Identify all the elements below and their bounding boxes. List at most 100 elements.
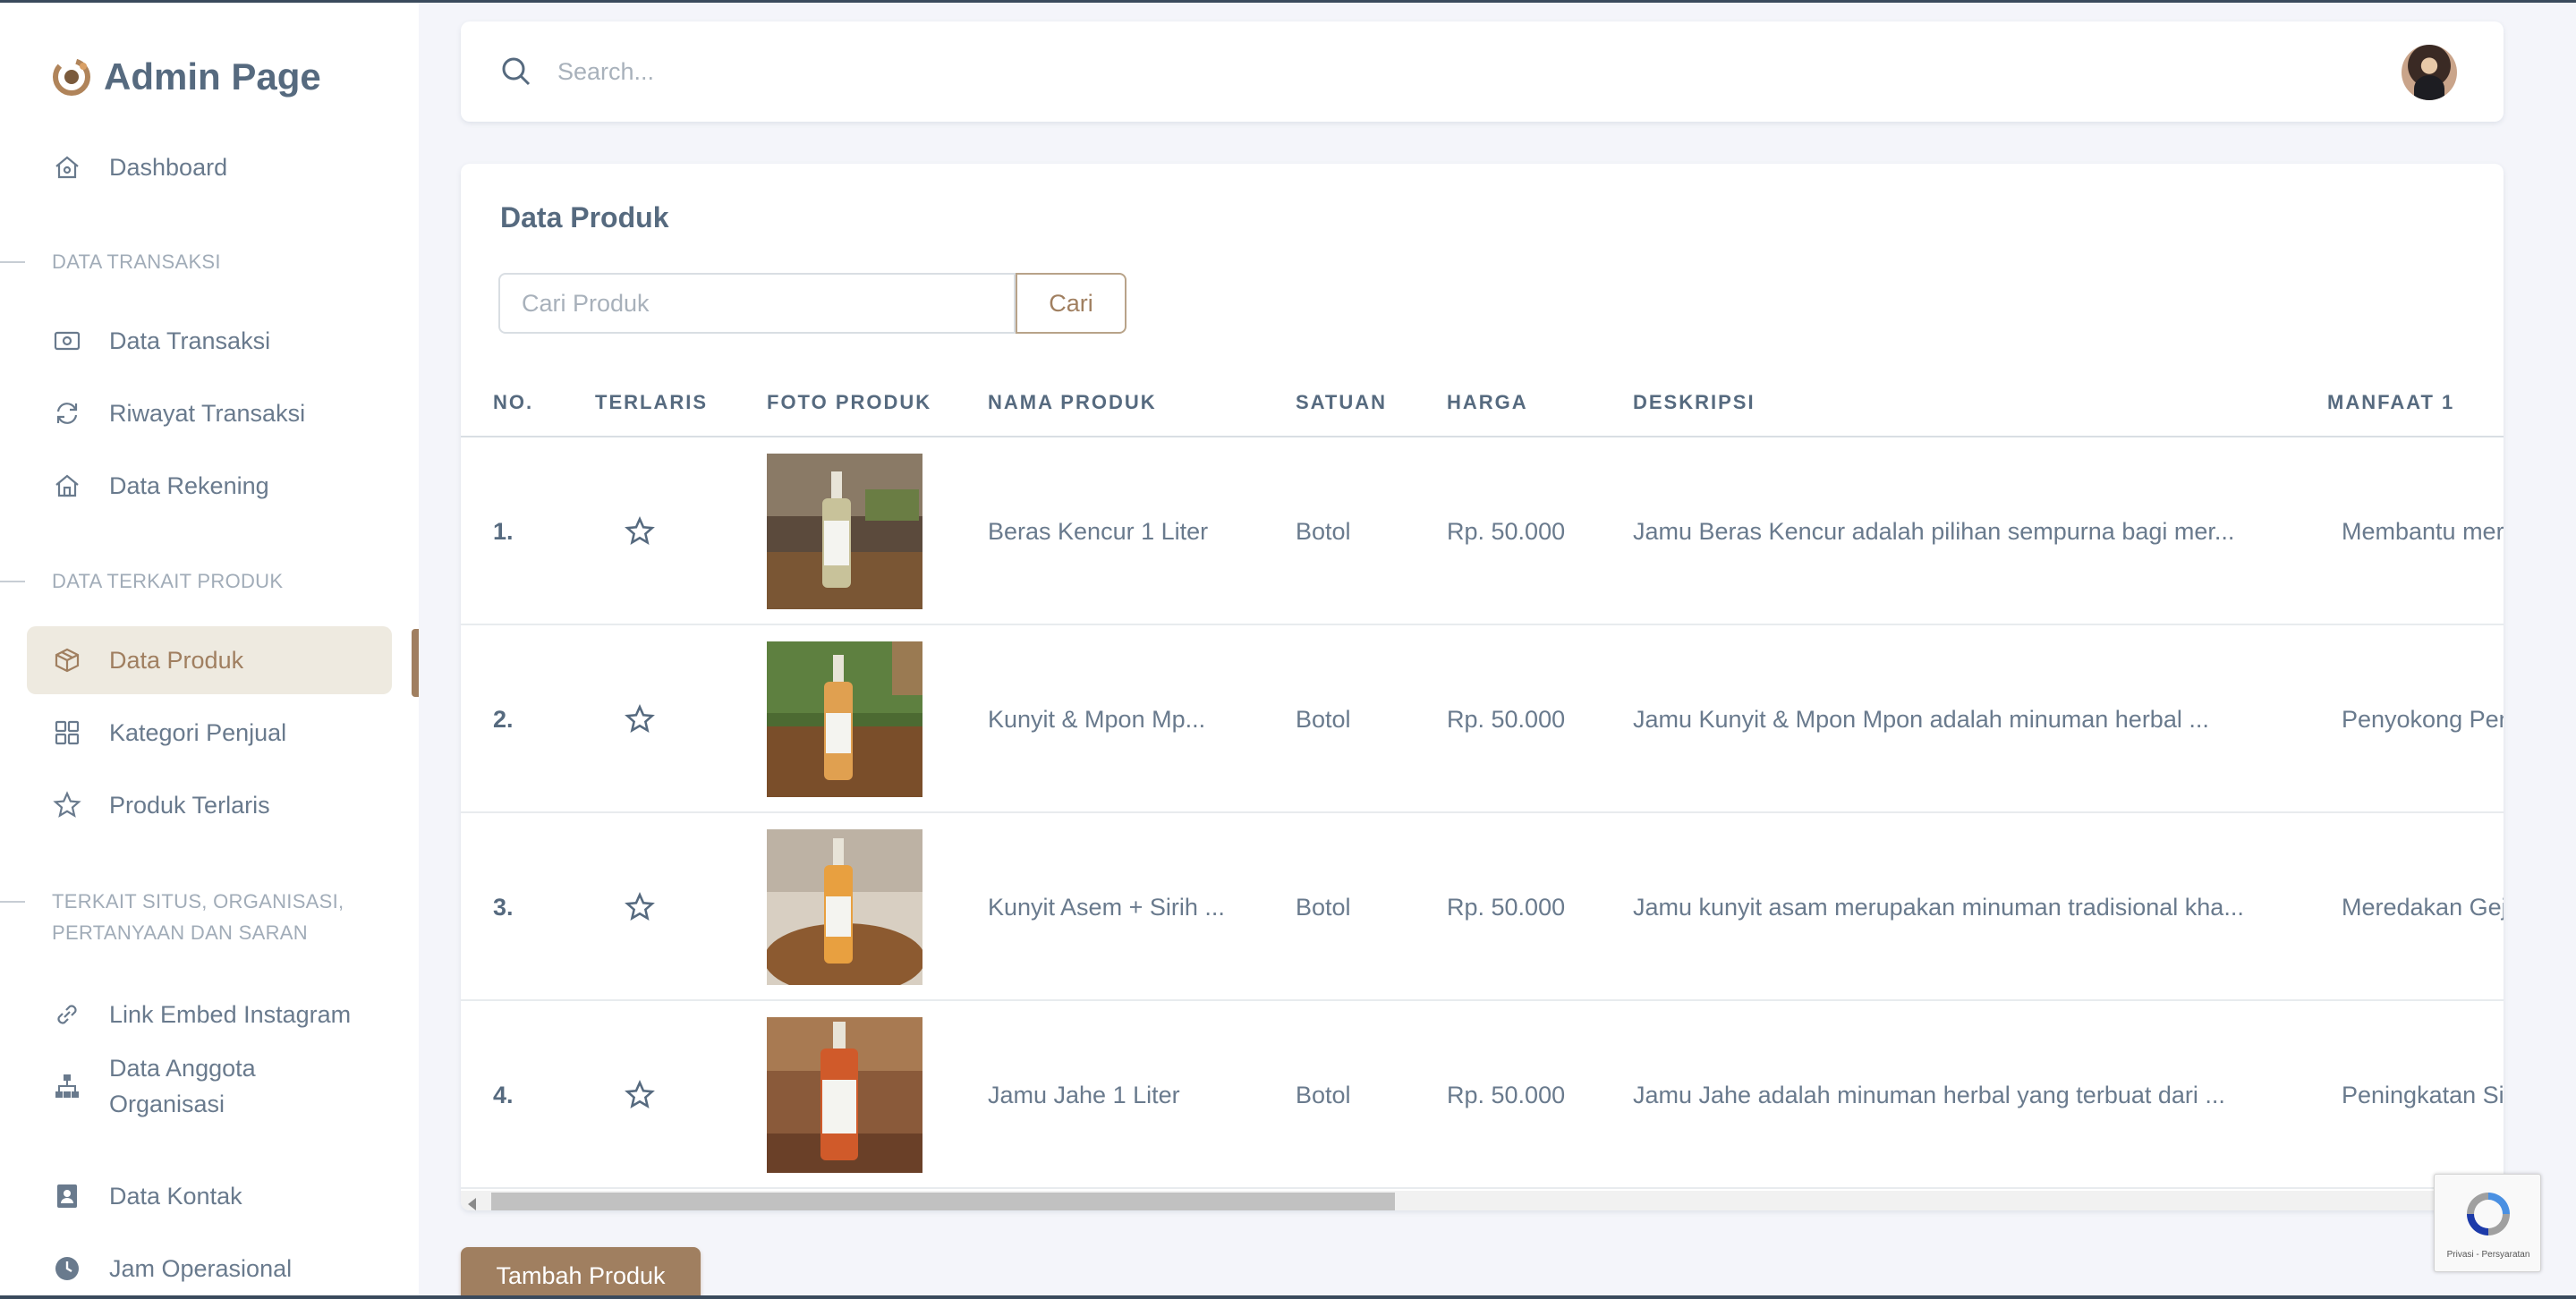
product-benefit: Peningkatan Sis xyxy=(2342,1082,2504,1108)
scrollbar-thumb[interactable] xyxy=(491,1193,1395,1210)
product-price: Rp. 50.000 xyxy=(1447,1082,1566,1108)
product-photo xyxy=(767,641,922,797)
product-description: Jamu Jahe adalah minuman herbal yang ter… xyxy=(1633,1082,2225,1108)
horizontal-scrollbar[interactable] xyxy=(461,1191,2504,1210)
sidebar-item-jam-operasional[interactable]: Jam Operasional xyxy=(27,1235,392,1299)
product-photo xyxy=(767,454,922,609)
row-number: 1. xyxy=(493,518,514,545)
sidebar-item-label: Dashboard xyxy=(109,153,228,181)
brand-logo-icon xyxy=(53,58,90,96)
recaptcha-text[interactable]: Privasi - Persyaratan xyxy=(2435,1250,2542,1260)
column-header-no: NO. xyxy=(493,391,534,413)
sidebar-item-data-anggota-organisasi[interactable]: Data Anggota Organisasi xyxy=(27,1046,392,1126)
row-number: 4. xyxy=(493,1082,514,1108)
column-header-satuan: SATUAN xyxy=(1296,391,1388,413)
table-row: 2. Kunyit & Mpon Mp... Botol Rp. 50.000 … xyxy=(461,625,2504,813)
product-unit: Botol xyxy=(1296,1082,1351,1108)
column-header-terlaris: TERLARIS xyxy=(595,391,708,413)
row-number: 3. xyxy=(493,894,514,921)
grid-icon xyxy=(52,717,82,748)
sidebar-item-label: Produk Terlaris xyxy=(109,791,270,819)
column-header-deskripsi: DESKRIPSI xyxy=(1633,391,1756,413)
product-search-input[interactable] xyxy=(498,273,1016,334)
sidebar-section-header: DATA TRANSAKSI xyxy=(0,246,221,277)
benefit-cell: Penyokong Pend xyxy=(2327,625,2504,813)
sidebar-item-label: Data Kontak xyxy=(109,1182,242,1210)
sidebar-item-produk-terlaris[interactable]: Produk Terlaris xyxy=(27,771,392,839)
product-photo xyxy=(767,1017,922,1173)
column-header-harga: HARGA xyxy=(1447,391,1528,413)
column-header-manfaat-1: MANFAAT 1 xyxy=(2327,391,2455,413)
product-search-button[interactable]: Cari xyxy=(1016,273,1126,334)
brand-title: Admin Page xyxy=(104,55,321,98)
product-price: Rp. 50.000 xyxy=(1447,894,1566,921)
sitemap-icon xyxy=(52,1071,82,1101)
product-benefit: Meredakan Geja xyxy=(2342,894,2504,921)
sidebar-item-data-produk[interactable]: Data Produk xyxy=(27,626,392,694)
star-icon[interactable] xyxy=(625,892,655,922)
product-name: Kunyit Asem + Sirih ... xyxy=(988,894,1225,921)
contact-icon xyxy=(52,1181,82,1211)
product-photo xyxy=(767,829,922,985)
scroll-left-arrow-icon[interactable] xyxy=(468,1198,476,1210)
active-menu-indicator xyxy=(412,629,419,697)
table-row: 3. Kunyit Asem + Sirih ... Botol Rp. 50.… xyxy=(461,813,2504,1001)
product-name: Jamu Jahe 1 Liter xyxy=(988,1082,1180,1108)
sidebar-item-label: Data Transaksi xyxy=(109,327,271,354)
star-icon[interactable] xyxy=(625,704,655,734)
clock-icon xyxy=(52,1253,82,1284)
product-description: Jamu Beras Kencur adalah pilihan sempurn… xyxy=(1633,518,2235,545)
product-benefit: Membantu mere xyxy=(2342,518,2504,545)
column-header-nama-produk: NAMA PRODUK xyxy=(988,391,1157,413)
sidebar-section-header: TERKAIT SITUS, ORGANISASI, PERTANYAAN DA… xyxy=(0,886,374,948)
product-unit: Botol xyxy=(1296,518,1351,545)
product-price: Rp. 50.000 xyxy=(1447,518,1566,545)
product-description: Jamu Kunyit & Mpon Mpon adalah minuman h… xyxy=(1633,706,2209,733)
search-icon[interactable] xyxy=(498,54,534,89)
navbar xyxy=(461,21,2504,122)
sidebar: Admin Page Dashboard DATA TRANSAKSI Data… xyxy=(0,3,419,1299)
sidebar-item-label: Riwayat Transaksi xyxy=(109,399,306,427)
sidebar-item-label: Data Anggota Organisasi xyxy=(109,1055,256,1117)
product-unit: Botol xyxy=(1296,894,1351,921)
sidebar-item-label: Data Rekening xyxy=(109,471,269,499)
sidebar-item-data-kontak[interactable]: Data Kontak xyxy=(27,1162,392,1230)
table-row: 1. Beras Kencur 1 Liter Botol Rp. 50.000… xyxy=(461,437,2504,625)
sidebar-item-link-embed-instagram[interactable]: Link Embed Instagram xyxy=(27,981,392,1049)
sidebar-item-riwayat-transaksi[interactable]: Riwayat Transaksi xyxy=(27,379,392,447)
sidebar-item-data-rekening[interactable]: Data Rekening xyxy=(27,452,392,520)
recaptcha-badge[interactable]: Privasi - Persyaratan xyxy=(2434,1174,2541,1272)
star-icon xyxy=(52,790,82,820)
table-header: NO. TERLARIS FOTO PRODUK NAMA PRODUK SAT… xyxy=(461,384,2504,437)
search-input[interactable] xyxy=(557,48,1989,95)
money-icon xyxy=(52,326,82,356)
products-card: Data Produk Cari NO. TERLARIS FOTO PRODU… xyxy=(461,164,2504,1210)
product-unit: Botol xyxy=(1296,706,1351,733)
avatar[interactable] xyxy=(2402,45,2457,100)
star-icon[interactable] xyxy=(625,1080,655,1110)
benefit-cell: Membantu mere xyxy=(2327,437,2504,625)
sidebar-item-dashboard[interactable]: Dashboard xyxy=(27,133,392,201)
link-icon xyxy=(52,999,82,1030)
product-name: Beras Kencur 1 Liter xyxy=(988,518,1209,545)
product-benefit: Penyokong Pend xyxy=(2342,706,2504,733)
bank-icon xyxy=(52,471,82,501)
sidebar-section-header: DATA TERKAIT PRODUK xyxy=(0,565,283,597)
box-icon xyxy=(52,645,82,675)
recaptcha-icon xyxy=(2467,1193,2510,1235)
row-number: 2. xyxy=(493,706,514,733)
add-product-button[interactable]: Tambah Produk xyxy=(461,1247,701,1299)
column-header-foto-produk: FOTO PRODUK xyxy=(767,391,932,413)
sidebar-item-data-transaksi[interactable]: Data Transaksi xyxy=(27,307,392,375)
card-title: Data Produk xyxy=(500,201,669,233)
sidebar-item-label: Link Embed Instagram xyxy=(109,1000,352,1028)
sidebar-item-label: Jam Operasional xyxy=(109,1254,293,1282)
benefit-cell: Meredakan Geja xyxy=(2327,813,2504,1001)
refresh-icon xyxy=(52,398,82,429)
sidebar-item-label: Data Produk xyxy=(109,646,244,674)
home-icon xyxy=(52,152,82,183)
star-icon[interactable] xyxy=(625,516,655,547)
sidebar-item-kategori-penjual[interactable]: Kategori Penjual xyxy=(27,699,392,767)
brand[interactable]: Admin Page xyxy=(52,55,321,99)
product-price: Rp. 50.000 xyxy=(1447,706,1566,733)
